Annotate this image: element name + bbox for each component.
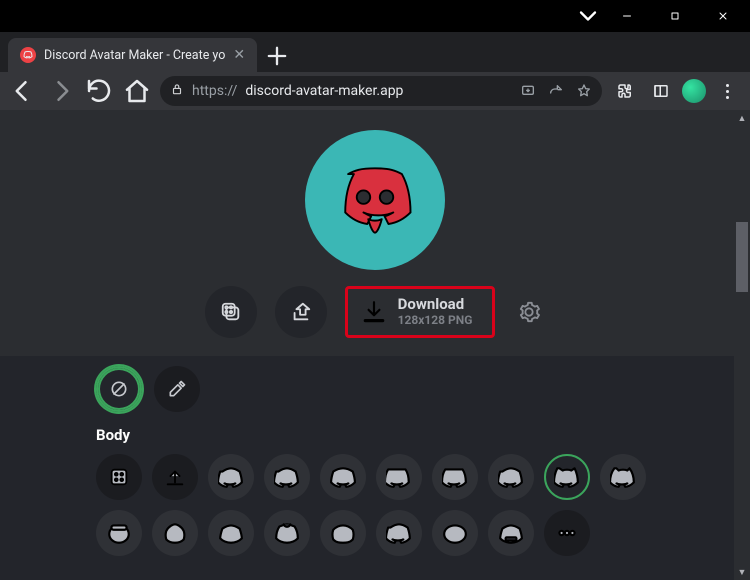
download-label: Download	[398, 297, 473, 313]
section-label-body: Body	[96, 426, 750, 444]
browser-tabstrip: Discord Avatar Maker - Create yo ✕	[0, 32, 750, 72]
body-option-8[interactable]	[600, 454, 646, 500]
body-option-9[interactable]	[96, 510, 142, 556]
star-icon[interactable]	[576, 83, 592, 99]
tab-close-icon[interactable]: ✕	[233, 47, 245, 63]
body-option-6[interactable]	[488, 454, 534, 500]
chevron-down-icon[interactable]	[574, 2, 602, 30]
body-option-4[interactable]	[376, 454, 422, 500]
scroll-up-arrow[interactable]: ▲	[734, 110, 750, 126]
download-icon	[360, 299, 388, 325]
settings-button[interactable]	[513, 296, 545, 328]
browser-menu-button[interactable]	[712, 76, 742, 106]
avatar-preview	[305, 130, 445, 270]
body-option-16[interactable]	[488, 510, 534, 556]
body-option-1[interactable]	[208, 454, 254, 500]
randomize-button[interactable]	[205, 286, 257, 338]
page-content: ▲ ▼	[0, 110, 750, 580]
body-option-upload[interactable]	[152, 454, 198, 500]
download-highlight: Download 128x128 PNG	[345, 286, 496, 338]
back-button[interactable]	[8, 76, 38, 106]
window-minimize-button[interactable]	[604, 1, 650, 31]
browser-toolbar: https:// discord-avatar-maker.app	[0, 72, 750, 110]
url-scheme: https://	[192, 83, 237, 99]
body-option-3[interactable]	[320, 454, 366, 500]
vertical-scrollbar[interactable]: ▲ ▼	[734, 110, 750, 580]
window-close-button[interactable]	[700, 1, 746, 31]
url-host: discord-avatar-maker.app	[245, 83, 403, 99]
body-option-12[interactable]	[264, 510, 310, 556]
share-button[interactable]	[275, 286, 327, 338]
install-app-icon[interactable]	[520, 83, 536, 99]
body-option-14[interactable]	[376, 510, 422, 556]
scroll-thumb[interactable]	[736, 222, 748, 292]
body-option-dice[interactable]	[96, 454, 142, 500]
body-option-more[interactable]	[544, 510, 590, 556]
eyedropper-button[interactable]	[154, 366, 200, 412]
body-option-5[interactable]	[432, 454, 478, 500]
share-url-icon[interactable]	[548, 83, 564, 99]
forward-button[interactable]	[46, 76, 76, 106]
new-tab-button[interactable]	[263, 42, 291, 70]
download-button[interactable]: Download 128x128 PNG	[350, 291, 487, 333]
body-option-15[interactable]	[432, 510, 478, 556]
reload-button[interactable]	[84, 76, 114, 106]
body-option-10[interactable]	[152, 510, 198, 556]
body-option-7[interactable]	[544, 454, 590, 500]
options-section: Body Eyes	[0, 356, 750, 580]
hero-panel: Download 128x128 PNG	[0, 110, 750, 356]
side-panel-button[interactable]	[646, 76, 676, 106]
body-option-grid	[96, 454, 750, 556]
home-button[interactable]	[122, 76, 152, 106]
window-titlebar	[0, 0, 750, 32]
body-option-2[interactable]	[264, 454, 310, 500]
lock-icon	[170, 82, 184, 100]
profile-avatar[interactable]	[682, 79, 706, 103]
body-option-11[interactable]	[208, 510, 254, 556]
tab-favicon	[20, 47, 36, 63]
scroll-down-arrow[interactable]: ▼	[734, 564, 750, 580]
download-format: 128x128 PNG	[398, 313, 473, 327]
url-bar[interactable]: https:// discord-avatar-maker.app	[160, 76, 602, 106]
extensions-button[interactable]	[610, 76, 640, 106]
action-row: Download 128x128 PNG	[205, 286, 546, 338]
body-option-13[interactable]	[320, 510, 366, 556]
background-edit-row	[96, 366, 750, 412]
browser-tab[interactable]: Discord Avatar Maker - Create yo ✕	[8, 38, 257, 72]
window-maximize-button[interactable]	[652, 1, 698, 31]
tab-title: Discord Avatar Maker - Create yo	[44, 48, 225, 63]
none-option[interactable]	[96, 366, 142, 412]
